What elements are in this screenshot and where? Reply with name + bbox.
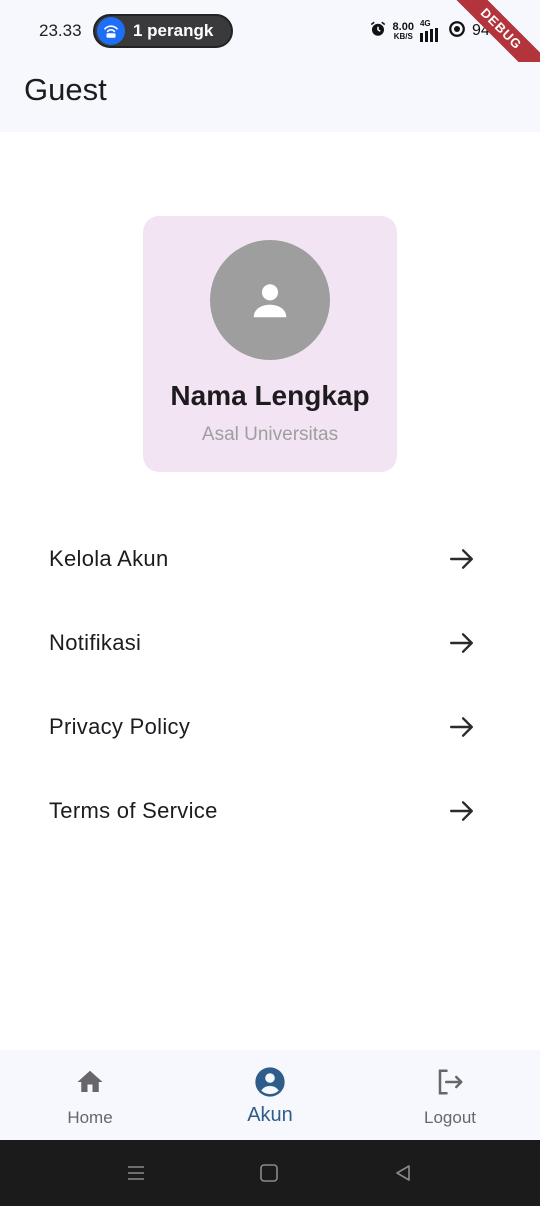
menu-item-terms-of-service[interactable]: Terms of Service	[24, 769, 516, 853]
logout-icon	[434, 1066, 466, 1098]
nav-label: Logout	[424, 1108, 476, 1127]
home-button-icon[interactable]	[258, 1162, 280, 1184]
alarm-icon	[369, 20, 387, 43]
back-icon[interactable]	[392, 1162, 414, 1184]
status-time: 23.33	[39, 21, 82, 40]
nav-item-logout[interactable]: Logout	[360, 1050, 540, 1140]
system-nav-bar	[0, 1140, 540, 1206]
menu-item-label: Kelola Akun	[49, 546, 169, 571]
screen: 23.33 1 perangk 8.00 KB/S 4G 94% D	[0, 0, 540, 1206]
avatar[interactable]	[210, 240, 330, 360]
arrow-right-icon	[448, 545, 476, 573]
arrow-right-icon	[448, 797, 476, 825]
home-icon	[74, 1066, 106, 1098]
arrow-right-icon	[448, 629, 476, 657]
battery-ring-icon	[448, 20, 466, 43]
hotspot-text: 1 perangk	[133, 21, 214, 40]
menu-item-kelola-akun[interactable]: Kelola Akun	[24, 517, 516, 601]
profile-university: Asal Universitas	[201, 424, 339, 445]
account-circle-icon	[254, 1066, 286, 1098]
profile-card: Nama Lengkap Asal Universitas	[143, 216, 397, 472]
menu-item-notifikasi[interactable]: Notifikasi	[24, 601, 516, 685]
profile-name: Nama Lengkap	[170, 380, 370, 411]
nav-label: Home	[67, 1108, 113, 1127]
nav-label: Akun	[247, 1104, 293, 1126]
hotspot-icon	[97, 17, 125, 45]
signal-icon: 4G	[419, 20, 442, 42]
menu-item-label: Privacy Policy	[49, 714, 191, 739]
person-icon	[253, 284, 287, 318]
recent-apps-icon[interactable]	[125, 1162, 147, 1184]
hotspot-chip[interactable]: 1 perangk	[93, 14, 233, 48]
status-bar: 23.33 1 perangk 8.00 KB/S 4G 94% D	[0, 0, 540, 97]
menu-item-label: Terms of Service	[49, 798, 218, 823]
menu-item-privacy-policy[interactable]: Privacy Policy	[24, 685, 516, 769]
app-bar: Guest	[0, 62, 540, 132]
menu-item-label: Notifikasi	[49, 630, 142, 655]
nav-item-akun[interactable]: Akun	[180, 1050, 360, 1140]
arrow-right-icon	[448, 713, 476, 741]
nav-item-home[interactable]: Home	[0, 1050, 180, 1140]
page-title: Guest	[24, 72, 107, 107]
bottom-nav: Home Akun Logout	[0, 1050, 540, 1140]
net-speed: 8.00 KB/S	[392, 20, 414, 41]
